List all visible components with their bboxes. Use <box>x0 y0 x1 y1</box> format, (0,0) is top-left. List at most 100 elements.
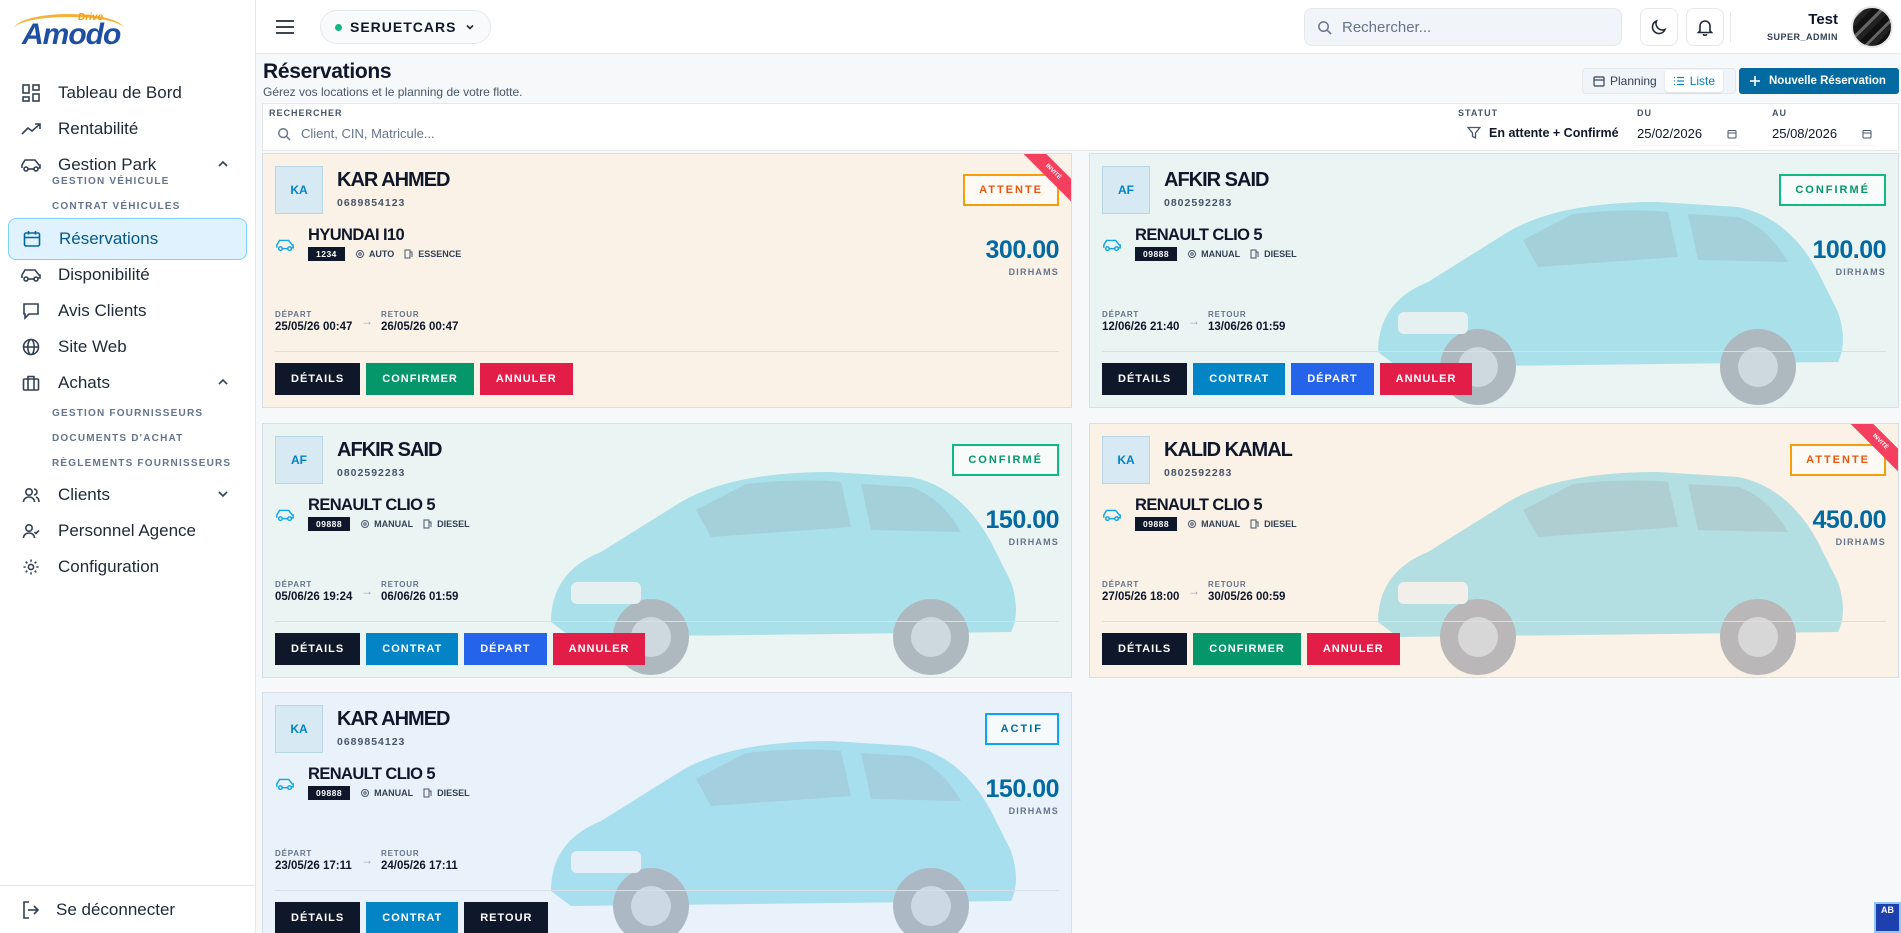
reservation-price: 450.00 <box>1812 506 1887 534</box>
fuel-value: DIESEL <box>437 788 470 798</box>
currency-label: DIRHAMS <box>1835 267 1886 277</box>
car-icon <box>276 239 294 252</box>
sidebar-item-label: Réservations <box>59 229 159 248</box>
logout-label: Se déconnecter <box>56 899 176 919</box>
sidebar-item-achats[interactable]: Achats <box>8 362 247 404</box>
logout-button[interactable]: Se déconnecter <box>0 885 256 933</box>
retour-datetime: 06/06/26 01:59 <box>381 591 459 603</box>
sidebar-subitem-documents-achat[interactable]: DOCUMENTS D'ACHAT <box>52 433 183 444</box>
reservation-card[interactable]: KA KAR AHMED 0689854123 ACTIF RENAULT CLIO 5… <box>262 692 1072 933</box>
reservation-card[interactable]: KA KALID KAMAL 0802592283 ATTENTE INVITÉ RENA… <box>1089 423 1899 678</box>
annuler-button[interactable]: ANNULER <box>1306 633 1400 665</box>
gearbox-info: MANUAL <box>360 788 413 798</box>
vehicle-model: HYUNDAI I10 <box>308 226 405 244</box>
filter-from-date[interactable]: 25/02/2026 <box>1633 122 1741 146</box>
details-button[interactable]: DÉTAILS <box>275 633 361 665</box>
sidebar-subitem-gestion-vehicule[interactable]: GESTION VÉHICULE <box>52 176 170 187</box>
contrat-button[interactable]: CONTRAT <box>1193 363 1286 395</box>
car-icon <box>20 154 42 176</box>
depart-button[interactable]: DÉPART <box>464 633 547 665</box>
depart-button[interactable]: DÉPART <box>1291 363 1374 395</box>
fuel-value: DIESEL <box>1264 519 1297 529</box>
user-avatar[interactable] <box>1851 6 1893 48</box>
retour-button[interactable]: RETOUR <box>464 902 549 933</box>
sidebar-subitem-reglements-fournisseurs[interactable]: RÈGLEMENTS FOURNISSEURS <box>52 458 231 469</box>
calendar-icon <box>21 228 43 250</box>
fuel-info: ESSENCE <box>404 249 461 259</box>
chevron-up-icon <box>218 378 228 385</box>
client-initials-avatar: AF <box>275 436 323 484</box>
reservation-price: 150.00 <box>985 775 1060 803</box>
fuel-info: DIESEL <box>423 788 470 798</box>
confirmer-button[interactable]: CONFIRMER <box>1193 633 1301 665</box>
details-button[interactable]: DÉTAILS <box>1102 363 1188 395</box>
reservation-card[interactable]: AF AFKIR SAID 0802592283 CONFIRMÉ RENAULT CL… <box>1089 153 1899 408</box>
fuel-icon <box>423 519 432 529</box>
retour-label: RETOUR <box>381 580 420 589</box>
bell-icon <box>1696 20 1714 36</box>
car-icon <box>20 264 42 286</box>
theme-toggle-button[interactable] <box>1640 8 1678 46</box>
retour-label: RETOUR <box>381 310 420 319</box>
filter-to-date[interactable]: 25/08/2026 <box>1768 122 1876 146</box>
fuel-info: DIESEL <box>1250 249 1297 259</box>
menu-icon[interactable] <box>274 16 296 38</box>
search-icon <box>1318 20 1332 35</box>
vehicle-model: RENAULT CLIO 5 <box>308 765 436 783</box>
sidebar-item-label: Avis Clients <box>58 301 147 320</box>
topbar: SERUETCARS Test SUPER_ADMIN <box>256 0 1901 54</box>
message-icon <box>20 300 42 322</box>
gearbox-value: MANUAL <box>374 788 414 798</box>
arrow-right-icon: → <box>1188 584 1200 598</box>
view-planning-button[interactable]: Planning <box>1585 70 1665 92</box>
agency-selector[interactable]: SERUETCARS <box>320 10 492 44</box>
card-actions: DÉTAILS CONFIRMER ANNULER <box>275 363 573 395</box>
contrat-button[interactable]: CONTRAT <box>366 902 459 933</box>
filter-search-input[interactable]: Client, CIN, Matricule... <box>277 126 435 141</box>
sidebar-item-label: Site Web <box>58 337 127 356</box>
details-button[interactable]: DÉTAILS <box>275 902 361 933</box>
user-group-icon <box>20 520 42 542</box>
sidebar-subitem-contrat-vehicules[interactable]: CONTRAT VÉHICULES <box>52 201 181 212</box>
arrow-right-icon: → <box>361 853 373 867</box>
annuler-button[interactable]: ANNULER <box>479 363 573 395</box>
confirmer-button[interactable]: CONFIRMER <box>366 363 474 395</box>
retour-datetime: 13/06/26 01:59 <box>1208 321 1286 333</box>
client-name: KAR AHMED <box>337 169 450 191</box>
amodo-logo[interactable]: Drive Amodo <box>14 10 132 51</box>
sidebar-item-label: Rentabilité <box>58 119 139 138</box>
fuel-icon <box>423 788 432 798</box>
currency-label: DIRHAMS <box>1008 267 1059 277</box>
gear-icon <box>1188 520 1197 528</box>
search-icon <box>278 127 291 141</box>
details-button[interactable]: DÉTAILS <box>1102 633 1188 665</box>
vehicle-model: RENAULT CLIO 5 <box>1135 226 1263 244</box>
logout-icon <box>23 900 40 919</box>
notifications-button[interactable] <box>1686 8 1724 46</box>
sidebar-subitem-gestion-fournisseurs[interactable]: GESTION FOURNISSEURS <box>52 408 203 419</box>
currency-label: DIRHAMS <box>1008 806 1059 816</box>
car-icon <box>276 778 294 791</box>
contrat-button[interactable]: CONTRAT <box>366 633 459 665</box>
gearbox-info: AUTO <box>355 249 394 259</box>
sidebar-item-configuration[interactable]: Configuration <box>8 546 247 588</box>
filter-status-select[interactable]: En attente + Confirmé <box>1467 126 1619 140</box>
annuler-button[interactable]: ANNULER <box>1379 363 1473 395</box>
annuler-button[interactable]: ANNULER <box>552 633 646 665</box>
calendar-icon <box>1862 129 1872 138</box>
view-list-button[interactable]: Liste <box>1664 70 1724 92</box>
corner-badge[interactable]: AB <box>1874 902 1901 933</box>
gearbox-info: MANUAL <box>360 519 413 529</box>
sidebar: Drive Amodo Tableau de Bord Rentabilité … <box>0 0 256 933</box>
details-button[interactable]: DÉTAILS <box>275 363 361 395</box>
trending-up-icon <box>20 118 42 140</box>
gearbox-value: MANUAL <box>1201 519 1241 529</box>
reservation-card[interactable]: KA KAR AHMED 0689854123 ATTENTE INVITÉ HYUNDA… <box>262 153 1072 408</box>
global-search-input[interactable] <box>1342 18 1602 36</box>
client-initials-avatar: KA <box>275 166 323 214</box>
global-search[interactable] <box>1304 8 1622 46</box>
globe-icon <box>20 336 42 358</box>
new-reservation-button[interactable]: Nouvelle Réservation <box>1739 68 1899 94</box>
reservation-card[interactable]: AF AFKIR SAID 0802592283 CONFIRMÉ RENAULT CL… <box>262 423 1072 678</box>
card-actions: DÉTAILS CONFIRMER ANNULER <box>1102 633 1400 665</box>
